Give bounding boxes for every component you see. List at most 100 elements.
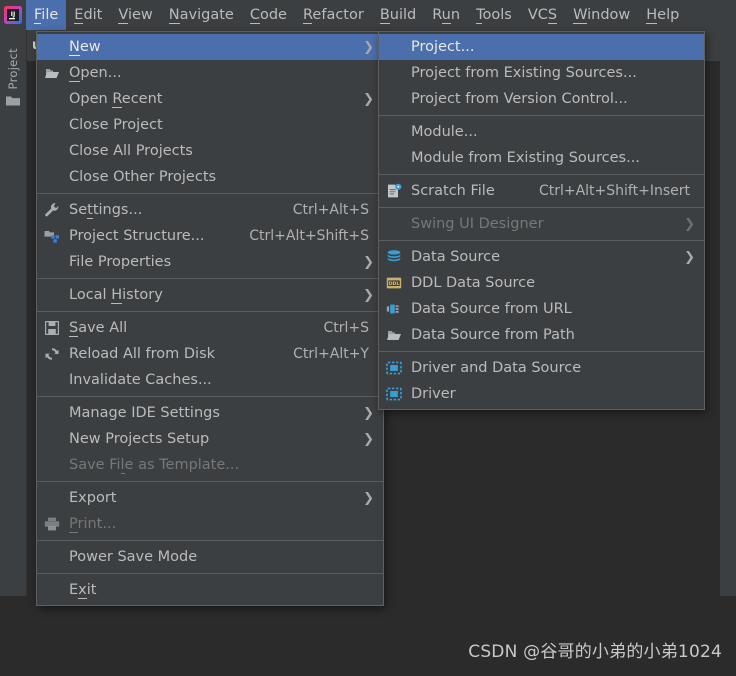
menubar-item-navigate[interactable]: Navigate [161, 0, 242, 30]
new-submenu-item-driver[interactable]: Driver [379, 381, 704, 407]
menu-item-label: Data Source from URL [411, 301, 572, 317]
chevron-right-icon: ❯ [684, 249, 695, 265]
wrench-icon [37, 202, 67, 218]
file-menu-item-new-projects-setup[interactable]: New Projects Setup ❯ [37, 426, 383, 452]
menu-item-label: VCS [527, 6, 558, 24]
menubar-item-help[interactable]: Help [638, 0, 687, 30]
menu-item-label: Local History [69, 286, 163, 304]
file-menu-item-close-other-projects[interactable]: Close Other Projects [37, 164, 383, 190]
menu-separator [37, 573, 383, 574]
reload-icon [37, 346, 67, 362]
menu-item-label: New Projects Setup [69, 431, 210, 447]
menu-bar-items: File Edit View Navigate Code Refactor Build Run… [26, 0, 687, 30]
new-submenu-item-data-source-from-url[interactable]: Data Source from URL [379, 296, 704, 322]
menu-separator [379, 207, 704, 208]
menu-item-label: Driver [411, 386, 456, 402]
new-submenu-item-project-from-version-control[interactable]: Project from Version Control... [379, 86, 704, 112]
new-submenu-item-driver-and-data-source[interactable]: Driver and Data Source [379, 355, 704, 381]
menubar-item-refactor[interactable]: Refactor [295, 0, 372, 30]
new-submenu-item-ddl-data-source[interactable]: DDL DDL Data Source [379, 270, 704, 296]
menu-item-label: Driver and Data Source [411, 360, 582, 376]
new-submenu-item-project[interactable]: Project... [379, 34, 704, 60]
menu-separator [379, 351, 704, 352]
menu-item-label: Help [646, 6, 680, 24]
menu-item-label: Swing UI Designer [411, 216, 544, 232]
menu-item-label: Run [432, 6, 461, 24]
file-menu-item-new[interactable]: New ❯ [37, 34, 383, 60]
menu-item-label: Data Source from Path [411, 327, 575, 343]
menubar-item-file[interactable]: File [26, 0, 67, 30]
file-menu-item-close-all-projects[interactable]: Close All Projects [37, 138, 383, 164]
menu-item-label: Close All Projects [69, 143, 193, 159]
file-menu-item-open[interactable]: Open... [37, 60, 383, 86]
menu-separator [37, 278, 383, 279]
file-menu-item-exit[interactable]: Exit [37, 577, 383, 603]
file-menu-item-file-properties[interactable]: File Properties ❯ [37, 249, 383, 275]
menubar-item-edit[interactable]: Edit [66, 0, 110, 30]
file-menu-item-manage-ide-settings[interactable]: Manage IDE Settings ❯ [37, 400, 383, 426]
menu-item-label: Build [379, 6, 417, 24]
menu-item-label: Open Recent [69, 90, 163, 108]
menu-item-label: Manage IDE Settings [69, 405, 220, 421]
file-menu-item-local-history[interactable]: Local History ❯ [37, 282, 383, 308]
menu-item-label: Power Save Mode [69, 549, 198, 565]
plug-icon [379, 302, 409, 316]
svg-text:DDL: DDL [389, 281, 400, 287]
new-submenu-item-scratch-file[interactable]: Scratch File Ctrl+Alt+Shift+Insert [379, 178, 704, 204]
file-menu-item-reload-all-from-disk[interactable]: Reload All from Disk Ctrl+Alt+Y [37, 341, 383, 367]
menu-item-label: Open... [69, 64, 122, 82]
menu-item-label: Project from Existing Sources... [411, 65, 637, 81]
new-submenu-item-swing-ui-designer: Swing UI Designer ❯ [379, 211, 704, 237]
file-menu-item-export[interactable]: Export ❯ [37, 485, 383, 511]
menu-item-label: Module... [411, 124, 478, 140]
watermark-text: CSDN @谷哥的小弟的小弟1024 [468, 642, 722, 662]
file-menu-item-settings[interactable]: Settings... Ctrl+Alt+S [37, 197, 383, 223]
new-submenu-item-data-source-from-path[interactable]: Data Source from Path [379, 322, 704, 348]
printer-icon [37, 517, 67, 531]
right-tool-strip [720, 30, 736, 596]
folder-icon [5, 94, 21, 107]
menubar-item-run[interactable]: Run [424, 0, 468, 30]
new-submenu-item-data-source[interactable]: Data Source ❯ [379, 244, 704, 270]
menu-item-label: Exit [69, 581, 97, 599]
menu-bar: IJ File Edit View Navigate Code Refactor Build… [0, 0, 736, 30]
new-submenu-item-project-from-existing-sources[interactable]: Project from Existing Sources... [379, 60, 704, 86]
menu-item-label: Module from Existing Sources... [411, 150, 640, 166]
menubar-item-vcs[interactable]: VCS [520, 0, 565, 30]
new-submenu-item-module-from-existing-sources[interactable]: Module from Existing Sources... [379, 145, 704, 171]
menu-item-label: Code [249, 6, 287, 24]
file-menu-item-close-project[interactable]: Close Project [37, 112, 383, 138]
menu-separator [37, 396, 383, 397]
file-menu-item-print: Print... [37, 511, 383, 537]
menu-item-label: Close Other Projects [69, 169, 217, 185]
menu-separator [37, 311, 383, 312]
new-submenu-item-module[interactable]: Module... [379, 119, 704, 145]
menu-item-label: Export [69, 490, 117, 506]
menubar-item-code[interactable]: Code [242, 0, 295, 30]
menu-item-shortcut: Ctrl+S [323, 320, 369, 336]
left-tool-strip: Project [0, 30, 27, 596]
file-menu-item-power-save-mode[interactable]: Power Save Mode [37, 544, 383, 570]
menubar-item-window[interactable]: Window [565, 0, 638, 30]
file-menu-item-open-recent[interactable]: Open Recent ❯ [37, 86, 383, 112]
open-folder-icon [37, 66, 67, 80]
menubar-item-view[interactable]: View [110, 0, 160, 30]
menu-item-label: Edit [74, 6, 103, 24]
menubar-item-build[interactable]: Build [372, 0, 424, 30]
menubar-item-tools[interactable]: Tools [468, 0, 520, 30]
menu-item-label: Navigate [168, 6, 234, 24]
ide-window: use Project [0, 0, 736, 676]
file-menu-item-save-all[interactable]: Save All Ctrl+S [37, 315, 383, 341]
menu-item-label: Close Project [69, 117, 163, 133]
sidebar-item-project[interactable]: Project [0, 48, 26, 107]
menu-item-shortcut: Ctrl+Alt+Shift+Insert [538, 183, 690, 199]
menu-item-label: Data Source [411, 249, 501, 265]
file-menu-item-project-structure[interactable]: Project Structure... Ctrl+Alt+Shift+S [37, 223, 383, 249]
file-menu-item-invalidate-caches[interactable]: Invalidate Caches... [37, 367, 383, 393]
menu-item-label: DDL Data Source [411, 275, 536, 291]
menu-item-label: Project... [411, 39, 475, 55]
menu-item-label: New [69, 38, 101, 56]
bottom-area [0, 596, 736, 676]
menu-item-label: Reload All from Disk [69, 346, 216, 362]
driver-icon [379, 361, 409, 375]
